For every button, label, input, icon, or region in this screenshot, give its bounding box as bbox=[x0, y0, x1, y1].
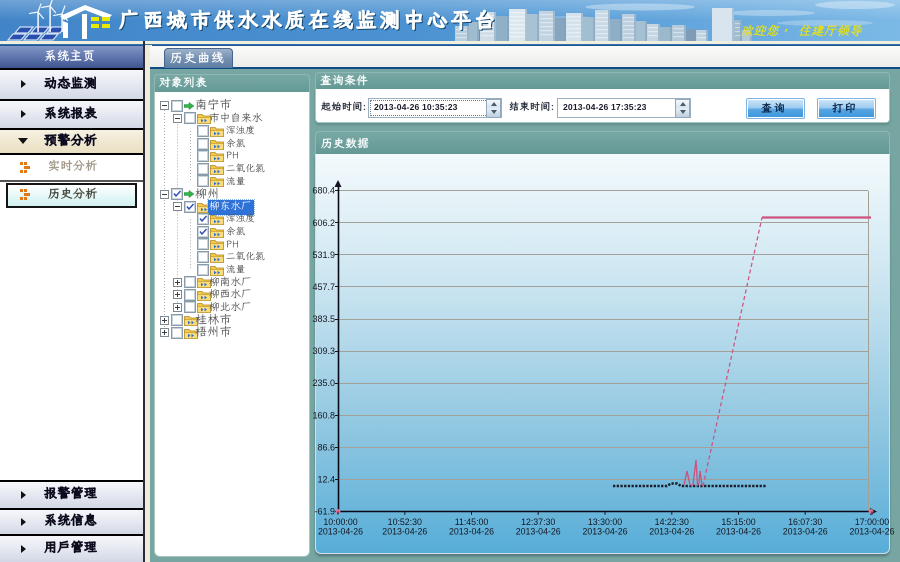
svg-text:2013-04-26: 2013-04-26 bbox=[783, 527, 828, 537]
svg-text:14:22:30: 14:22:30 bbox=[655, 517, 689, 527]
svg-text:457.7: 457.7 bbox=[312, 282, 335, 292]
svg-text:160.8: 160.8 bbox=[312, 410, 335, 420]
svg-text:10:52:30: 10:52:30 bbox=[388, 517, 422, 527]
svg-text:531.9: 531.9 bbox=[312, 250, 335, 260]
svg-text:606.2: 606.2 bbox=[312, 218, 335, 228]
svg-text:235.0: 235.0 bbox=[312, 378, 335, 388]
svg-text:2013-04-26: 2013-04-26 bbox=[318, 527, 363, 537]
svg-text:86.6: 86.6 bbox=[317, 442, 335, 452]
svg-text:2013-04-26: 2013-04-26 bbox=[516, 527, 561, 537]
svg-text:10:00:00: 10:00:00 bbox=[323, 517, 357, 527]
svg-text:16:07:30: 16:07:30 bbox=[788, 517, 822, 527]
svg-text:2013-04-26: 2013-04-26 bbox=[649, 527, 694, 537]
svg-text:12:37:30: 12:37:30 bbox=[521, 517, 555, 527]
svg-text:2013-04-26: 2013-04-26 bbox=[583, 527, 628, 537]
svg-text:15:15:00: 15:15:00 bbox=[721, 517, 755, 527]
svg-text:11:45:00: 11:45:00 bbox=[455, 517, 489, 527]
svg-text:680.4: 680.4 bbox=[312, 186, 335, 196]
svg-text:-61.9: -61.9 bbox=[314, 507, 335, 517]
svg-text:2013-04-26: 2013-04-26 bbox=[449, 527, 494, 537]
svg-text:2013-04-26: 2013-04-26 bbox=[716, 527, 761, 537]
svg-text:309.3: 309.3 bbox=[312, 346, 335, 356]
svg-text:12.4: 12.4 bbox=[317, 474, 335, 484]
svg-text:17:00:00: 17:00:00 bbox=[855, 517, 889, 527]
svg-text:13:30:00: 13:30:00 bbox=[588, 517, 622, 527]
svg-text:2013-04-26: 2013-04-26 bbox=[382, 527, 427, 537]
svg-text:2013-04-26: 2013-04-26 bbox=[850, 527, 895, 537]
svg-text:383.5: 383.5 bbox=[312, 314, 335, 324]
